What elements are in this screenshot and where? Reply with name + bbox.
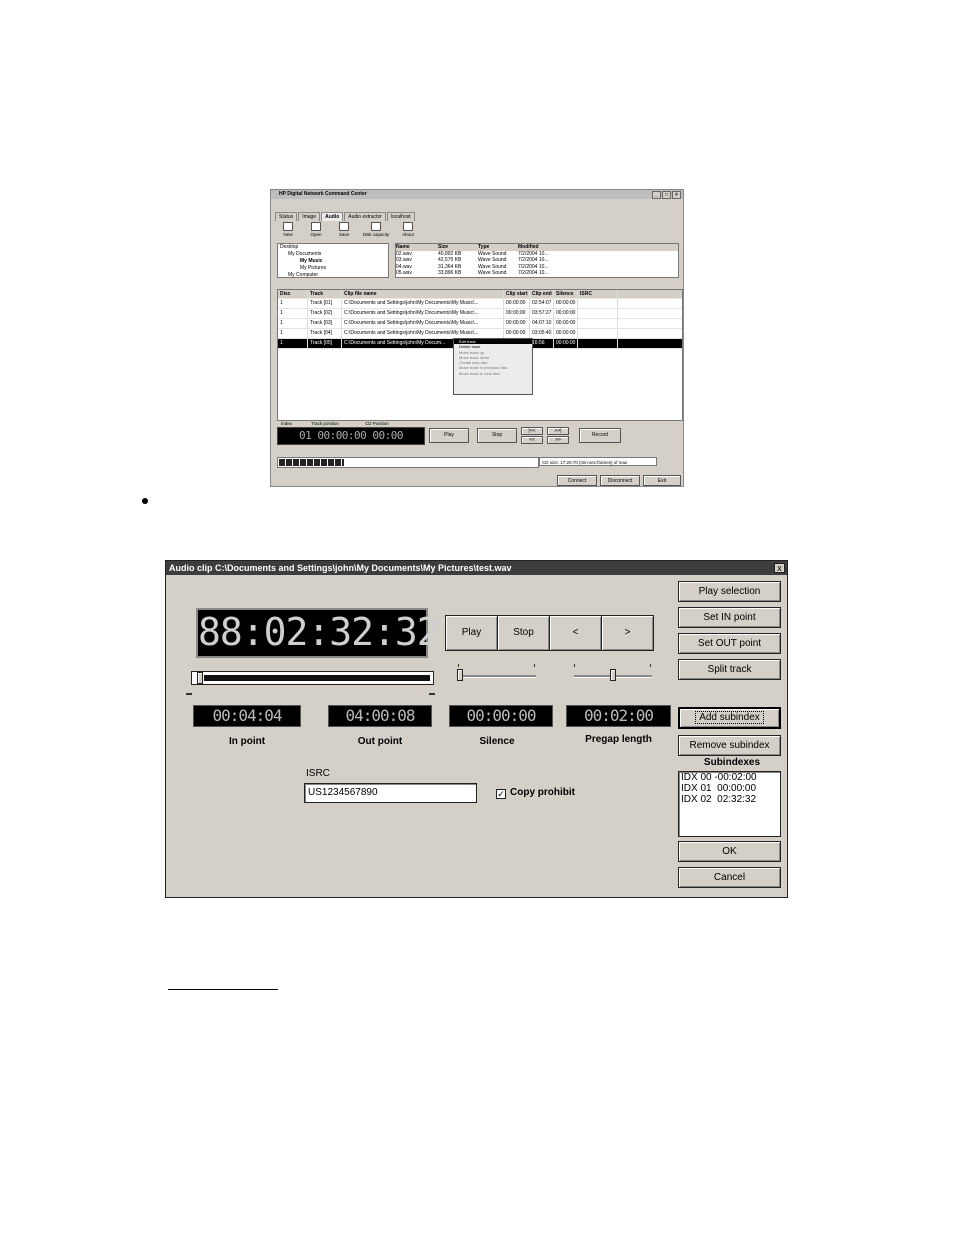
connect-button[interactable]: Connect [557,475,597,486]
list-item[interactable]: 05.wav 33,896 KB Wave Sound 7/2/2004 10... [396,270,678,277]
track-position-label: Track position [311,421,339,426]
tab-audio-extractor[interactable]: Audio extractor [344,212,386,221]
save-button[interactable]: Save [333,222,355,237]
in-marker-icon[interactable] [186,690,192,695]
silence-slider-track[interactable] [458,675,536,678]
underline-rule [168,989,278,990]
cd-position-label: CD Position [365,421,389,426]
index-label: Index [281,421,293,426]
app-tabs: Status Image Audio Audio extractor local… [275,212,416,221]
new-file-icon [283,222,293,231]
browser-pane: Desktop My Documents My Music My Picture… [277,243,679,278]
toolbar: New Open Save Disk capacity About [277,222,677,237]
list-item[interactable]: IDX 00 -00:02:00 [679,772,780,783]
play-selection-button[interactable]: Play selection [678,581,781,602]
fast-forward-button[interactable]: >> [547,436,569,444]
tab-status[interactable]: Status [275,212,298,221]
tab-localhost[interactable]: localhost [386,212,415,221]
split-track-button[interactable]: Split track [678,659,781,680]
app-title: HP Digital Network Command Center [279,191,367,197]
file-list[interactable]: Name Size Type Modified 02.wav 40,892 KB W… [395,243,679,278]
disconnect-button[interactable]: Disconnect [600,475,640,486]
position-display: 01 00:00:00 00:00 [277,427,425,445]
stop-button[interactable]: Stop [477,428,517,443]
record-button[interactable]: Record [579,428,621,443]
checkmark-icon: ✓ [497,789,505,799]
isrc-label: ISRC [306,768,330,779]
out-point-label: Out point [357,736,403,747]
track-context-menu: Edit track Delete track Move track up Mo… [453,338,533,395]
cancel-button[interactable]: Cancel [678,867,781,888]
previous-button[interactable]: < [549,615,602,651]
dialog-title: Audio clip C:\Documents and Settings\joh… [166,561,787,575]
silence-display: 00:00:00 [449,705,553,727]
tab-image[interactable]: Image [298,212,321,221]
add-subindex-button[interactable]: Add subindex [678,707,781,729]
app-title-bar: HP Digital Network Command Center _ □ × [271,190,683,199]
table-row[interactable]: 1 Track [01] C:\Documents and Settings\joh… [278,299,682,309]
remove-subindex-button[interactable]: Remove subindex [678,735,781,756]
tab-audio[interactable]: Audio [321,212,344,221]
exit-button[interactable]: Exit [643,475,681,486]
minimize-icon[interactable]: _ [652,191,661,199]
first-track-button[interactable]: |<< [521,427,543,435]
magnifier-icon [371,222,381,231]
last-track-button[interactable]: >>| [547,427,569,435]
play-button[interactable]: Play [445,615,498,651]
folder-tree[interactable]: Desktop My Documents My Music My Picture… [277,243,389,278]
track-grid-header: Disc Track Clip file name Clip start Cli… [278,290,682,299]
subindex-list[interactable]: IDX 00 -00:02:00 IDX 01 00:00:00 IDX 02 … [678,771,781,837]
ok-button[interactable]: OK [678,841,781,862]
folder-open-icon [311,222,321,231]
command-center-window: HP Digital Network Command Center _ □ × … [270,189,684,487]
set-in-point-button[interactable]: Set IN point [678,607,781,628]
tree-node-my-computer[interactable]: My Computer [278,272,388,279]
rewind-button[interactable]: << [521,436,543,444]
in-point-display: 00:04:04 [193,705,301,727]
set-out-point-button[interactable]: Set OUT point [678,633,781,654]
seek-thumb[interactable] [197,672,203,684]
silence-slider-thumb[interactable] [457,669,463,681]
close-icon[interactable]: x [774,563,785,573]
subindexes-label: Subindexes [703,757,761,768]
new-button[interactable]: New [277,222,299,237]
close-icon[interactable]: × [672,191,681,199]
tree-node-my-documents[interactable]: My Documents [278,251,388,258]
play-button[interactable]: Play [429,428,469,443]
pregap-display: 00:02:00 [566,705,671,727]
copy-prohibit-label: Copy prohibit [510,787,575,798]
cd-usage-progress [277,457,539,468]
position-lcd: 88:02:32:32 [196,608,440,658]
cd-size-status: CD size: 17:20:70 (min:sec:frames) of ma… [539,457,657,466]
disk-capacity-button[interactable]: Disk capacity [361,222,391,237]
silence-label: Silence [479,736,515,747]
copy-prohibit-checkbox[interactable]: ✓ [496,789,506,799]
list-item[interactable]: IDX 01 00:00:00 [679,783,780,794]
open-button[interactable]: Open [305,222,327,237]
maximize-icon[interactable]: □ [662,191,671,199]
next-button[interactable]: > [601,615,654,651]
stop-button[interactable]: Stop [497,615,550,651]
about-button[interactable]: About [397,222,419,237]
save-icon [339,222,349,231]
out-point-display: 04:00:08 [328,705,432,727]
tree-node-my-pictures[interactable]: My Pictures [278,265,388,272]
tree-node-my-music[interactable]: My Music [278,258,388,265]
seek-bar[interactable] [191,671,434,685]
isrc-input[interactable]: US1234567890 [304,783,477,803]
pregap-slider-thumb[interactable] [610,669,616,681]
bullet-marker [142,498,148,504]
in-point-label: In point [228,736,266,747]
tree-node-desktop[interactable]: Desktop [278,244,388,251]
cd-usage-fill [279,459,344,466]
pregap-length-label: Pregap length [585,734,652,745]
table-row[interactable]: 1 Track [02] C:\Documents and Settings\joh… [278,309,682,319]
menu-item-move-next-disc[interactable]: Move track to next disc [454,371,532,376]
out-marker-icon[interactable] [429,690,435,695]
table-row[interactable]: 1 Track [03] C:\Documents and Settings\joh… [278,319,682,329]
list-item[interactable]: IDX 02 02:32:32 [679,794,780,805]
question-icon [403,222,413,231]
